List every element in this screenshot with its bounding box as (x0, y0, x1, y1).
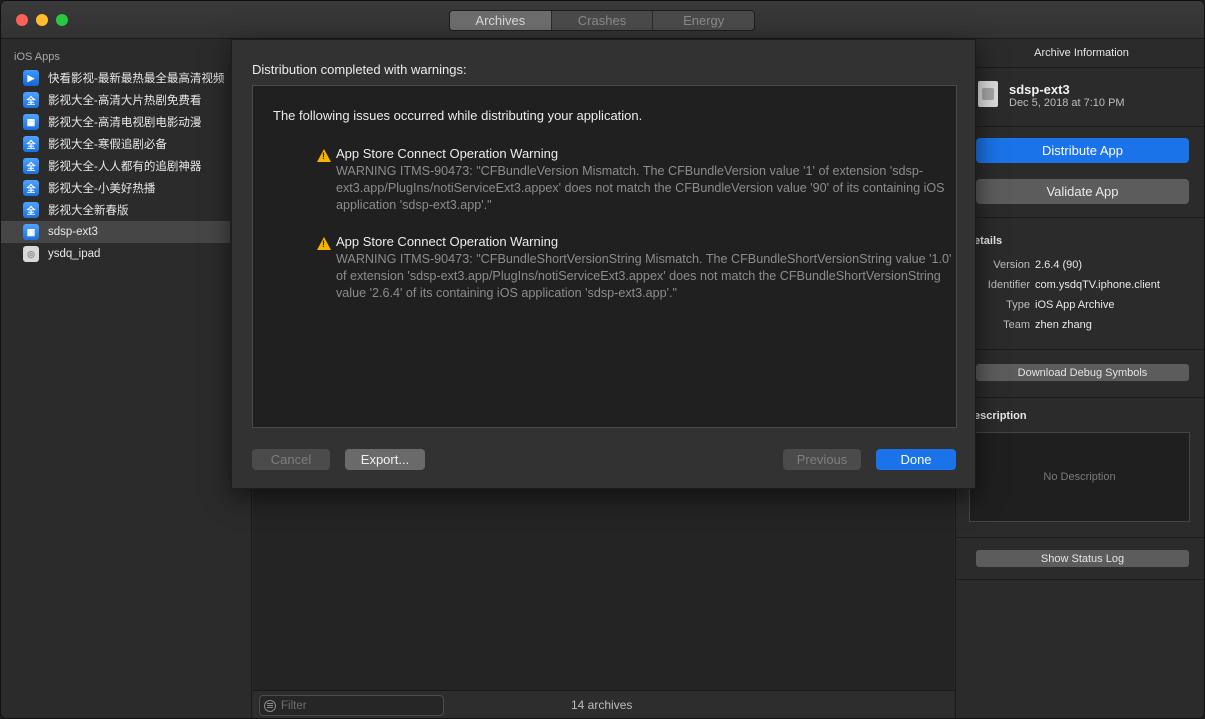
distribute-app-button[interactable]: Distribute App (976, 138, 1189, 163)
app-icon-quan-alt: ▦ (23, 224, 39, 240)
sidebar-item-app[interactable]: ▦ 影视大全-高清电视剧电影动漫 (1, 111, 230, 133)
divider (956, 349, 1204, 350)
sidebar-item-app[interactable]: ▶ 快看影视-最新最热最全最高清视频 (1, 67, 230, 89)
version-value: 2.6.4 (90) (1035, 259, 1083, 271)
sidebar-item-app[interactable]: 全 影视大全-人人都有的追剧神器 (1, 155, 230, 177)
sidebar-item-label: 影视大全-高清电视剧电影动漫 (48, 117, 202, 129)
show-status-log-button[interactable]: Show Status Log (976, 550, 1189, 567)
sidebar-item-label: 影视大全-小美好热播 (48, 183, 156, 195)
archive-information-panel: Archive Information sdsp-ext3 Dec 5, 201… (955, 39, 1204, 718)
validate-app-button[interactable]: Validate App (976, 179, 1189, 204)
export-button[interactable]: Export... (345, 449, 425, 470)
minimize-window-button[interactable] (36, 14, 48, 26)
divider (956, 579, 1204, 580)
app-icon-placeholder: ◎ (23, 246, 39, 262)
divider (956, 67, 1204, 68)
description-box[interactable]: No Description (969, 432, 1190, 522)
divider (956, 217, 1204, 218)
tab-archives[interactable]: Archives (450, 11, 552, 30)
filter-icon (264, 699, 276, 712)
sidebar-item-label: sdsp-ext3 (48, 226, 98, 238)
sidebar-item-label: 影视大全-寒假追剧必备 (48, 139, 167, 151)
app-icon-quan-alt: ▦ (23, 114, 39, 130)
done-button[interactable]: Done (876, 449, 956, 470)
divider (956, 537, 1204, 538)
identifier-value: com.ysdqTV.iphone.client (1035, 279, 1160, 291)
archive-date: Dec 5, 2018 at 7:10 PM (1009, 97, 1125, 109)
filter-placeholder: Filter (281, 699, 307, 712)
archives-count: 14 archives (571, 698, 633, 712)
close-window-button[interactable] (16, 14, 28, 26)
app-icon-quan: 全 (23, 202, 39, 218)
sidebar-item-app[interactable]: 全 影视大全-寒假追剧必备 (1, 133, 230, 155)
details-label: etails (974, 235, 1003, 247)
app-icon-quan: 全 (23, 158, 39, 174)
version-key: Version (993, 259, 1030, 271)
sidebar-item-label: ysdq_ipad (48, 248, 101, 260)
divider (956, 126, 1204, 127)
list-footer: Filter 14 archives (253, 690, 954, 718)
no-description-text: No Description (1043, 471, 1116, 483)
sidebar-item-label: 影视大全-人人都有的追剧神器 (48, 161, 202, 173)
archive-name: sdsp-ext3 (1009, 82, 1070, 97)
warning-title: App Store Connect Operation Warning (336, 234, 559, 249)
issues-intro: The following issues occurred while dist… (273, 108, 643, 123)
identifier-key: Identifier (987, 279, 1030, 291)
sidebar-item-label: 影视大全新春版 (48, 205, 129, 217)
zoom-window-button[interactable] (56, 14, 68, 26)
cancel-button[interactable]: Cancel (252, 449, 330, 470)
warning-icon (317, 149, 331, 162)
distribution-sheet: Distribution completed with warnings: Th… (231, 39, 976, 489)
team-key: Team (1003, 319, 1030, 331)
segmented-tabs: Archives Crashes Energy (449, 10, 755, 31)
warning-body: WARNING ITMS-90473: "CFBundleShortVersio… (336, 252, 952, 300)
sidebar-item-label: 快看影视-最新最热最全最高清视频 (48, 73, 225, 85)
type-key: Type (1006, 299, 1030, 311)
app-icon-quan: 全 (23, 180, 39, 196)
title-bar: Archives Crashes Energy (1, 1, 1204, 39)
sidebar: iOS Apps ▶ 快看影视-最新最热最全最高清视频 全 影视大全-高清大片热… (1, 39, 252, 718)
sidebar-item-app[interactable]: 全 影视大全-小美好热播 (1, 177, 230, 199)
sidebar-item-app-selected[interactable]: ▦ sdsp-ext3 (1, 221, 230, 243)
team-value: zhen zhang (1035, 319, 1092, 331)
warning-title: App Store Connect Operation Warning (336, 146, 559, 161)
type-value: iOS App Archive (1035, 299, 1115, 311)
sidebar-item-label: 影视大全-高清大片热剧免费看 (48, 95, 202, 107)
download-debug-symbols-button[interactable]: Download Debug Symbols (976, 364, 1189, 381)
tab-crashes[interactable]: Crashes (552, 11, 654, 30)
sidebar-header: iOS Apps (14, 51, 60, 63)
issues-box: The following issues occurred while dist… (252, 85, 957, 428)
app-icon-quan: 全 (23, 136, 39, 152)
archive-file-icon (978, 81, 998, 107)
sheet-title: Distribution completed with warnings: (252, 62, 467, 77)
warning-icon (317, 237, 331, 250)
app-list: ▶ 快看影视-最新最热最全最高清视频 全 影视大全-高清大片热剧免费看 ▦ 影视… (1, 67, 230, 265)
panel-title: Archive Information (1034, 47, 1129, 59)
organizer-window: Archives Crashes Energy iOS Apps ▶ 快看影视-… (0, 0, 1205, 719)
tab-energy[interactable]: Energy (653, 11, 754, 30)
sidebar-item-app[interactable]: 全 影视大全-高清大片热剧免费看 (1, 89, 230, 111)
sidebar-item-app[interactable]: ◎ ysdq_ipad (1, 243, 230, 265)
divider (956, 397, 1204, 398)
app-icon-kuaikan: ▶ (23, 70, 39, 86)
app-icon-quan: 全 (23, 92, 39, 108)
description-label: escription (974, 410, 1027, 422)
previous-button[interactable]: Previous (783, 449, 861, 470)
warning-body: WARNING ITMS-90473: "CFBundleVersion Mis… (336, 164, 945, 212)
filter-field[interactable]: Filter (259, 695, 444, 716)
sidebar-item-app[interactable]: 全 影视大全新春版 (1, 199, 230, 221)
